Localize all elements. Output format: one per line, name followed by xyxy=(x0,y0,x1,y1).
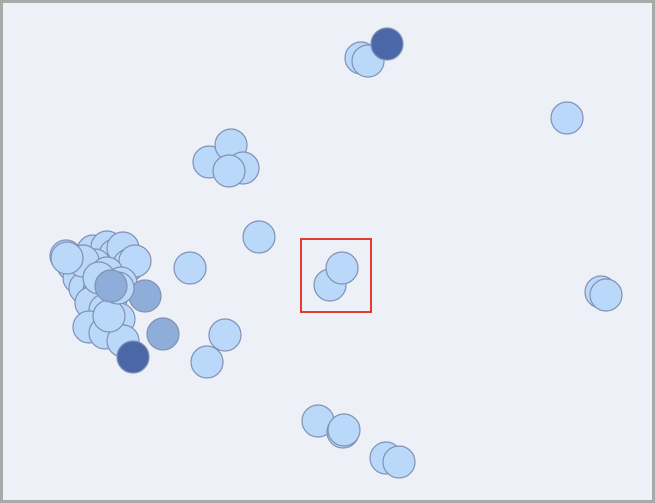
scatter-canvas-frame xyxy=(0,0,655,503)
bubble-scatter-canvas[interactable] xyxy=(3,3,652,500)
node-circle[interactable] xyxy=(116,340,150,374)
node-circle[interactable] xyxy=(190,345,224,379)
node-circle[interactable] xyxy=(94,269,128,303)
node-circle[interactable] xyxy=(173,251,207,285)
node-circle[interactable] xyxy=(382,445,416,479)
node-circle[interactable] xyxy=(208,318,242,352)
node-circle[interactable] xyxy=(146,317,180,351)
node-circle[interactable] xyxy=(50,241,84,275)
node-circle[interactable] xyxy=(325,251,359,285)
node-circle[interactable] xyxy=(550,101,584,135)
node-circle[interactable] xyxy=(370,27,404,61)
node-circle[interactable] xyxy=(212,154,246,188)
node-circle[interactable] xyxy=(242,220,276,254)
node-circle[interactable] xyxy=(92,299,126,333)
node-circle[interactable] xyxy=(327,413,361,447)
node-circle[interactable] xyxy=(589,278,623,312)
